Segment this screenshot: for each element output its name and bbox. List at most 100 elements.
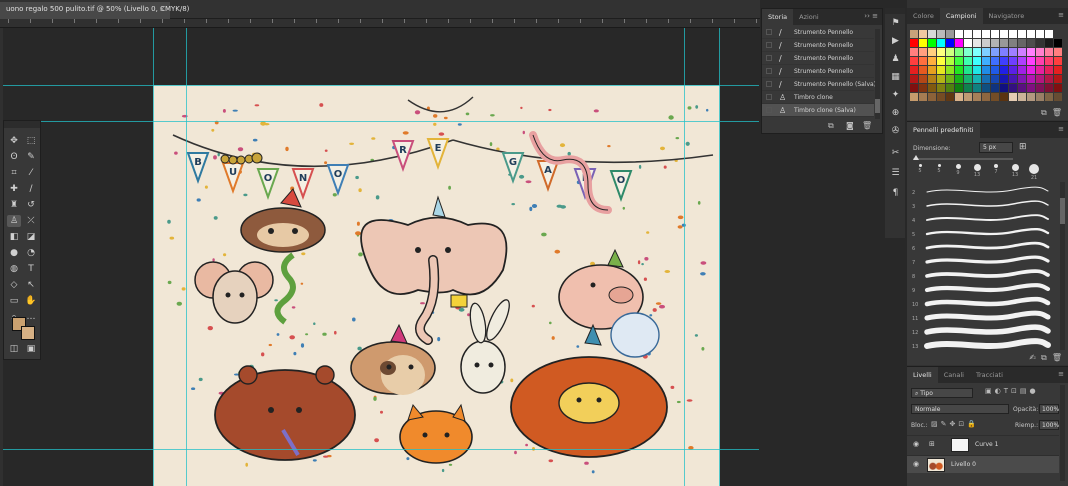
color-swatch[interactable] — [928, 66, 936, 74]
color-swatch[interactable] — [946, 75, 954, 83]
color-swatch[interactable] — [928, 84, 936, 92]
color-swatch[interactable] — [964, 93, 972, 101]
color-swatch[interactable] — [991, 93, 999, 101]
color-swatch[interactable] — [1045, 66, 1053, 74]
color-swatch[interactable] — [1018, 30, 1026, 38]
color-swatch[interactable] — [1000, 75, 1008, 83]
color-swatch[interactable] — [1045, 93, 1053, 101]
brush-settings-icon[interactable]: ✦ — [890, 90, 901, 101]
color-swatch[interactable] — [982, 93, 990, 101]
color-swatch[interactable] — [1036, 48, 1044, 56]
color-swatch[interactable] — [982, 39, 990, 47]
dodge-tool-icon[interactable]: ◔ — [24, 247, 38, 259]
color-swatch[interactable] — [919, 30, 927, 38]
brush-stroke-preset[interactable]: 6 — [911, 240, 1057, 254]
color-swatch[interactable] — [1009, 30, 1017, 38]
history-checkbox[interactable] — [766, 42, 772, 48]
fill-input[interactable]: 100% — [1039, 420, 1059, 430]
history-checkbox[interactable] — [766, 81, 772, 87]
brush-options-icon[interactable]: ⊞ — [1019, 142, 1027, 152]
color-swatch[interactable] — [1027, 57, 1035, 65]
layer-row[interactable]: ◉ Livello 0 — [907, 455, 1059, 473]
history-state[interactable]: ∕ Strumento Pennello — [762, 65, 874, 78]
color-swatch[interactable] — [1045, 30, 1053, 38]
color-swatch[interactable] — [946, 39, 954, 47]
clone-stamp-tool-icon[interactable]: ♜ — [7, 199, 21, 211]
brush-stroke-preset[interactable]: 3 — [911, 198, 1057, 212]
history-scrollbar[interactable] — [875, 29, 880, 119]
channels-icon[interactable]: ▦ — [890, 72, 901, 83]
color-swatch[interactable] — [1054, 39, 1062, 47]
color-swatch[interactable] — [1018, 57, 1026, 65]
color-swatch[interactable] — [955, 30, 963, 38]
artwork-canvas[interactable]: BUONOREGALO — [153, 85, 720, 486]
color-swatch[interactable] — [955, 57, 963, 65]
color-swatch[interactable] — [964, 39, 972, 47]
color-swatch[interactable] — [964, 30, 972, 38]
color-swatch[interactable] — [910, 66, 918, 74]
opacity-input[interactable]: 100% — [1039, 404, 1059, 414]
color-swatch[interactable] — [1027, 66, 1035, 74]
blend-mode-select[interactable]: Normale — [911, 404, 1009, 414]
layers-panel-menu-icon[interactable]: ≡ — [1058, 370, 1064, 378]
new-snapshot-icon[interactable]: ◙ — [846, 121, 854, 130]
brush-tool-icon[interactable]: ∕ — [24, 183, 38, 195]
color-swatch[interactable] — [1018, 93, 1026, 101]
color-swatch[interactable] — [1018, 66, 1026, 74]
screen-mode-icon[interactable]: ▣ — [24, 343, 38, 355]
path-select-tool-icon[interactable]: ◇ — [7, 279, 21, 291]
color-swatch[interactable] — [946, 93, 954, 101]
history-state[interactable]: ∕ Strumento Pennello — [762, 26, 874, 39]
color-swatch[interactable] — [910, 48, 918, 56]
brush-preset[interactable]: 7 — [989, 164, 1003, 175]
pen-tool-icon[interactable]: ◍ — [7, 263, 21, 275]
layer-filter-select[interactable]: ⌕ Tipo — [911, 388, 973, 398]
color-swatch[interactable] — [1000, 57, 1008, 65]
background-color-swatch[interactable] — [21, 326, 35, 340]
color-swatch[interactable] — [1009, 48, 1017, 56]
color-swatch[interactable] — [937, 66, 945, 74]
properties-icon[interactable]: ☰ — [890, 168, 901, 179]
color-swatch[interactable] — [1054, 57, 1062, 65]
color-swatch[interactable] — [955, 75, 963, 83]
brush-preset[interactable]: 21 — [1027, 164, 1041, 181]
guide-horizontal-1[interactable] — [3, 85, 759, 86]
color-swatch[interactable] — [1009, 75, 1017, 83]
color-swatch[interactable] — [1036, 75, 1044, 83]
color-swatch[interactable] — [982, 48, 990, 56]
gradient-tool-icon[interactable]: ◪ — [24, 231, 38, 243]
tab-azioni[interactable]: Azioni — [793, 9, 825, 25]
color-swatch[interactable] — [910, 39, 918, 47]
marquee-tool-icon[interactable]: ⬚ — [24, 135, 38, 147]
lasso-tool-icon[interactable]: ʘ — [7, 151, 21, 163]
layer-name[interactable]: Curve 1 — [975, 441, 998, 448]
history-panel-menu-icon[interactable]: ›› ≡ — [864, 12, 878, 20]
color-swatch[interactable] — [910, 30, 918, 38]
lock-icons[interactable]: ▨✎✥⊡🔒 — [931, 420, 979, 428]
color-swatch[interactable] — [1000, 39, 1008, 47]
color-swatch[interactable] — [964, 57, 972, 65]
close-icon[interactable]: × — [159, 5, 165, 13]
color-swatch[interactable] — [973, 84, 981, 92]
tab-livelli[interactable]: Livelli — [907, 367, 938, 383]
guide-horizontal-3[interactable] — [3, 449, 759, 450]
color-swatch[interactable] — [1000, 30, 1008, 38]
brush-stroke-preset[interactable]: 8 — [911, 268, 1057, 282]
brush-size-slider[interactable] — [913, 155, 1013, 160]
color-swatch[interactable] — [973, 93, 981, 101]
color-swatch[interactable] — [1054, 75, 1062, 83]
color-swatch[interactable] — [982, 57, 990, 65]
color-swatch[interactable] — [928, 93, 936, 101]
tab-pennelli-predefiniti[interactable]: Pennelli predefiniti — [907, 122, 980, 138]
history-checkbox[interactable] — [766, 94, 772, 100]
history-state[interactable]: ∕ Strumento Pennello (Salva) — [762, 78, 876, 91]
color-swatch[interactable] — [910, 57, 918, 65]
brush-size-input[interactable]: 5 px — [979, 142, 1013, 153]
stamp-tool-icon[interactable]: ♙ — [7, 215, 21, 227]
color-swatch[interactable] — [1036, 39, 1044, 47]
type-tool-icon[interactable]: T — [24, 263, 38, 275]
color-swatch[interactable] — [991, 48, 999, 56]
brush-preset[interactable]: 5 — [932, 164, 946, 174]
color-swatch[interactable] — [973, 48, 981, 56]
paths-icon[interactable]: ✇ — [890, 126, 901, 137]
